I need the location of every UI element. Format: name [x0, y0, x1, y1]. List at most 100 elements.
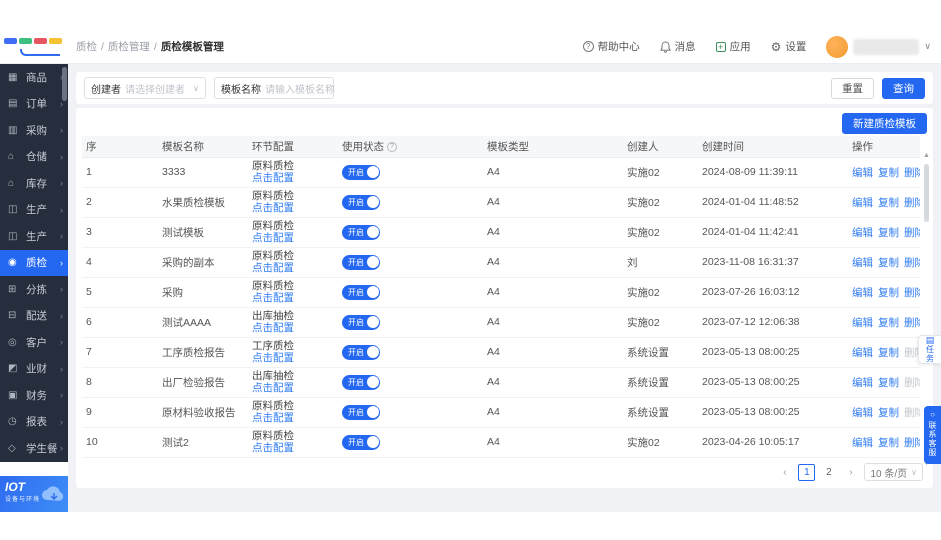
sidebar-item-inventory[interactable]: ⌂库存› — [0, 170, 68, 197]
configure-link[interactable]: 点击配置 — [252, 292, 334, 304]
configure-link[interactable]: 点击配置 — [252, 172, 334, 184]
status-cell: 开启 — [338, 307, 483, 337]
apps-button[interactable]: + 应用 — [716, 39, 751, 54]
status-toggle[interactable]: 开启 — [342, 375, 380, 390]
settings-button[interactable]: ⚙ 设置 — [771, 39, 807, 54]
sidebar-item-finance[interactable]: ▣财务› — [0, 382, 68, 409]
sidebar-item-purchase[interactable]: ▥采购› — [0, 117, 68, 144]
table-scrollbar-thumb[interactable] — [924, 164, 929, 222]
next-page-button[interactable]: › — [842, 464, 859, 481]
copy-link[interactable]: 复制 — [878, 257, 899, 269]
customer-service-float-button[interactable]: ○ 联系客服 — [924, 406, 941, 464]
copy-link[interactable]: 复制 — [878, 197, 899, 209]
configure-link[interactable]: 点击配置 — [252, 232, 334, 244]
creator-select-label: 创建者 — [91, 81, 121, 96]
page-size-select[interactable]: 10 条/页 ∨ — [864, 463, 923, 481]
app-logo[interactable] — [0, 30, 68, 64]
status-toggle[interactable]: 开启 — [342, 255, 380, 270]
configure-link[interactable]: 点击配置 — [252, 382, 334, 394]
copy-link[interactable]: 复制 — [878, 167, 899, 179]
edit-link[interactable]: 编辑 — [852, 167, 873, 179]
search-button[interactable]: 查询 — [882, 78, 925, 99]
delete-link[interactable]: 删除 — [904, 197, 920, 209]
configure-link[interactable]: 点击配置 — [252, 352, 334, 364]
sidebar-item-sorting[interactable]: ⊞分拣› — [0, 276, 68, 303]
sidebar-item-student-meals[interactable]: ◇学生餐› — [0, 435, 68, 462]
status-toggle[interactable]: 开启 — [342, 165, 380, 180]
messages-button[interactable]: 消息 — [660, 39, 696, 54]
copy-link[interactable]: 复制 — [878, 317, 899, 329]
status-toggle[interactable]: 开启 — [342, 345, 380, 360]
delete-link[interactable]: 删除 — [904, 437, 920, 449]
edit-link[interactable]: 编辑 — [852, 407, 873, 419]
copy-link[interactable]: 复制 — [878, 407, 899, 419]
delete-link[interactable]: 删除 — [904, 287, 920, 299]
sidebar-item-reports[interactable]: ◷报表› — [0, 409, 68, 436]
configure-link[interactable]: 点击配置 — [252, 442, 334, 454]
sidebar-scrollbar-thumb[interactable] — [62, 67, 67, 101]
sidebar-item-goods[interactable]: ▦商品› — [0, 64, 68, 91]
template-name-input[interactable]: 模板名称 请输入模板名称 — [214, 77, 334, 99]
sidebar-item-production-2[interactable]: ◫生产› — [0, 223, 68, 250]
headset-icon: ○ — [930, 410, 935, 420]
sidebar-item-delivery[interactable]: ⊟配送› — [0, 303, 68, 330]
edit-link[interactable]: 编辑 — [852, 377, 873, 389]
breadcrumb-quality-management[interactable]: 质检管理 — [108, 39, 150, 54]
tasks-float-button[interactable]: ▤ 任务 — [918, 335, 941, 364]
chevron-right-icon: › — [60, 205, 63, 215]
copy-link[interactable]: 复制 — [878, 437, 899, 449]
edit-link[interactable]: 编辑 — [852, 347, 873, 359]
gear-icon: ⚙ — [771, 40, 782, 54]
breadcrumb-quality[interactable]: 质检 — [76, 39, 97, 54]
help-center-button[interactable]: ? 帮助中心 — [583, 39, 640, 54]
username-redacted — [853, 39, 919, 55]
info-circle-icon[interactable]: ? — [387, 142, 397, 152]
status-toggle[interactable]: 开启 — [342, 195, 380, 210]
template-name: 测试模板 — [158, 217, 248, 247]
status-toggle[interactable]: 开启 — [342, 285, 380, 300]
delete-link[interactable]: 删除 — [904, 257, 920, 269]
new-template-button[interactable]: 新建质检模板 — [842, 113, 927, 134]
scroll-up-icon[interactable]: ▲ — [922, 152, 931, 159]
sidebar-item-quality[interactable]: ◉质检› — [0, 250, 68, 277]
sidebar-item-orders[interactable]: ▤订单› — [0, 91, 68, 118]
status-toggle[interactable]: 开启 — [342, 405, 380, 420]
reset-button[interactable]: 重置 — [831, 78, 874, 99]
edit-link[interactable]: 编辑 — [852, 437, 873, 449]
sidebar-item-warehousing[interactable]: ⌂仓储› — [0, 144, 68, 171]
status-toggle[interactable]: 开启 — [342, 225, 380, 240]
table-row: 6测试AAAA出库抽检点击配置开启A4实施022023-07-12 12:06:… — [82, 307, 920, 337]
prev-page-button[interactable]: ‹ — [776, 464, 793, 481]
sidebar-item-business-finance[interactable]: ◩业财› — [0, 356, 68, 383]
status-toggle[interactable]: 开启 — [342, 435, 380, 450]
configure-link[interactable]: 点击配置 — [252, 202, 334, 214]
edit-link[interactable]: 编辑 — [852, 227, 873, 239]
configure-link[interactable]: 点击配置 — [252, 412, 334, 424]
edit-link[interactable]: 编辑 — [852, 257, 873, 269]
delete-link[interactable]: 删除 — [904, 167, 920, 179]
page-button-2[interactable]: 2 — [820, 464, 837, 481]
edit-link[interactable]: 编辑 — [852, 317, 873, 329]
sidebar-item-production[interactable]: ◫生产› — [0, 197, 68, 224]
page-button-1[interactable]: 1 — [798, 464, 815, 481]
iot-banner[interactable]: IOT 设备与环境 — [0, 476, 68, 512]
copy-link[interactable]: 复制 — [878, 347, 899, 359]
status-toggle[interactable]: 开启 — [342, 315, 380, 330]
edit-link[interactable]: 编辑 — [852, 197, 873, 209]
creator-select[interactable]: 创建者 请选择创建者 ∨ — [84, 77, 206, 99]
copy-link[interactable]: 复制 — [878, 227, 899, 239]
stage-config-cell: 原料质检点击配置 — [248, 157, 338, 187]
copy-link[interactable]: 复制 — [878, 377, 899, 389]
template-name: 工序质检报告 — [158, 337, 248, 367]
delete-link[interactable]: 删除 — [904, 317, 920, 329]
user-menu[interactable]: ∨ — [826, 36, 931, 58]
edit-link[interactable]: 编辑 — [852, 287, 873, 299]
configure-link[interactable]: 点击配置 — [252, 262, 334, 274]
apps-label: 应用 — [730, 39, 751, 54]
copy-link[interactable]: 复制 — [878, 287, 899, 299]
created-time: 2024-01-04 11:42:41 — [698, 217, 848, 247]
sidebar-item-customers[interactable]: ◎客户› — [0, 329, 68, 356]
delete-link[interactable]: 删除 — [904, 227, 920, 239]
bell-icon — [660, 41, 671, 53]
configure-link[interactable]: 点击配置 — [252, 322, 334, 334]
